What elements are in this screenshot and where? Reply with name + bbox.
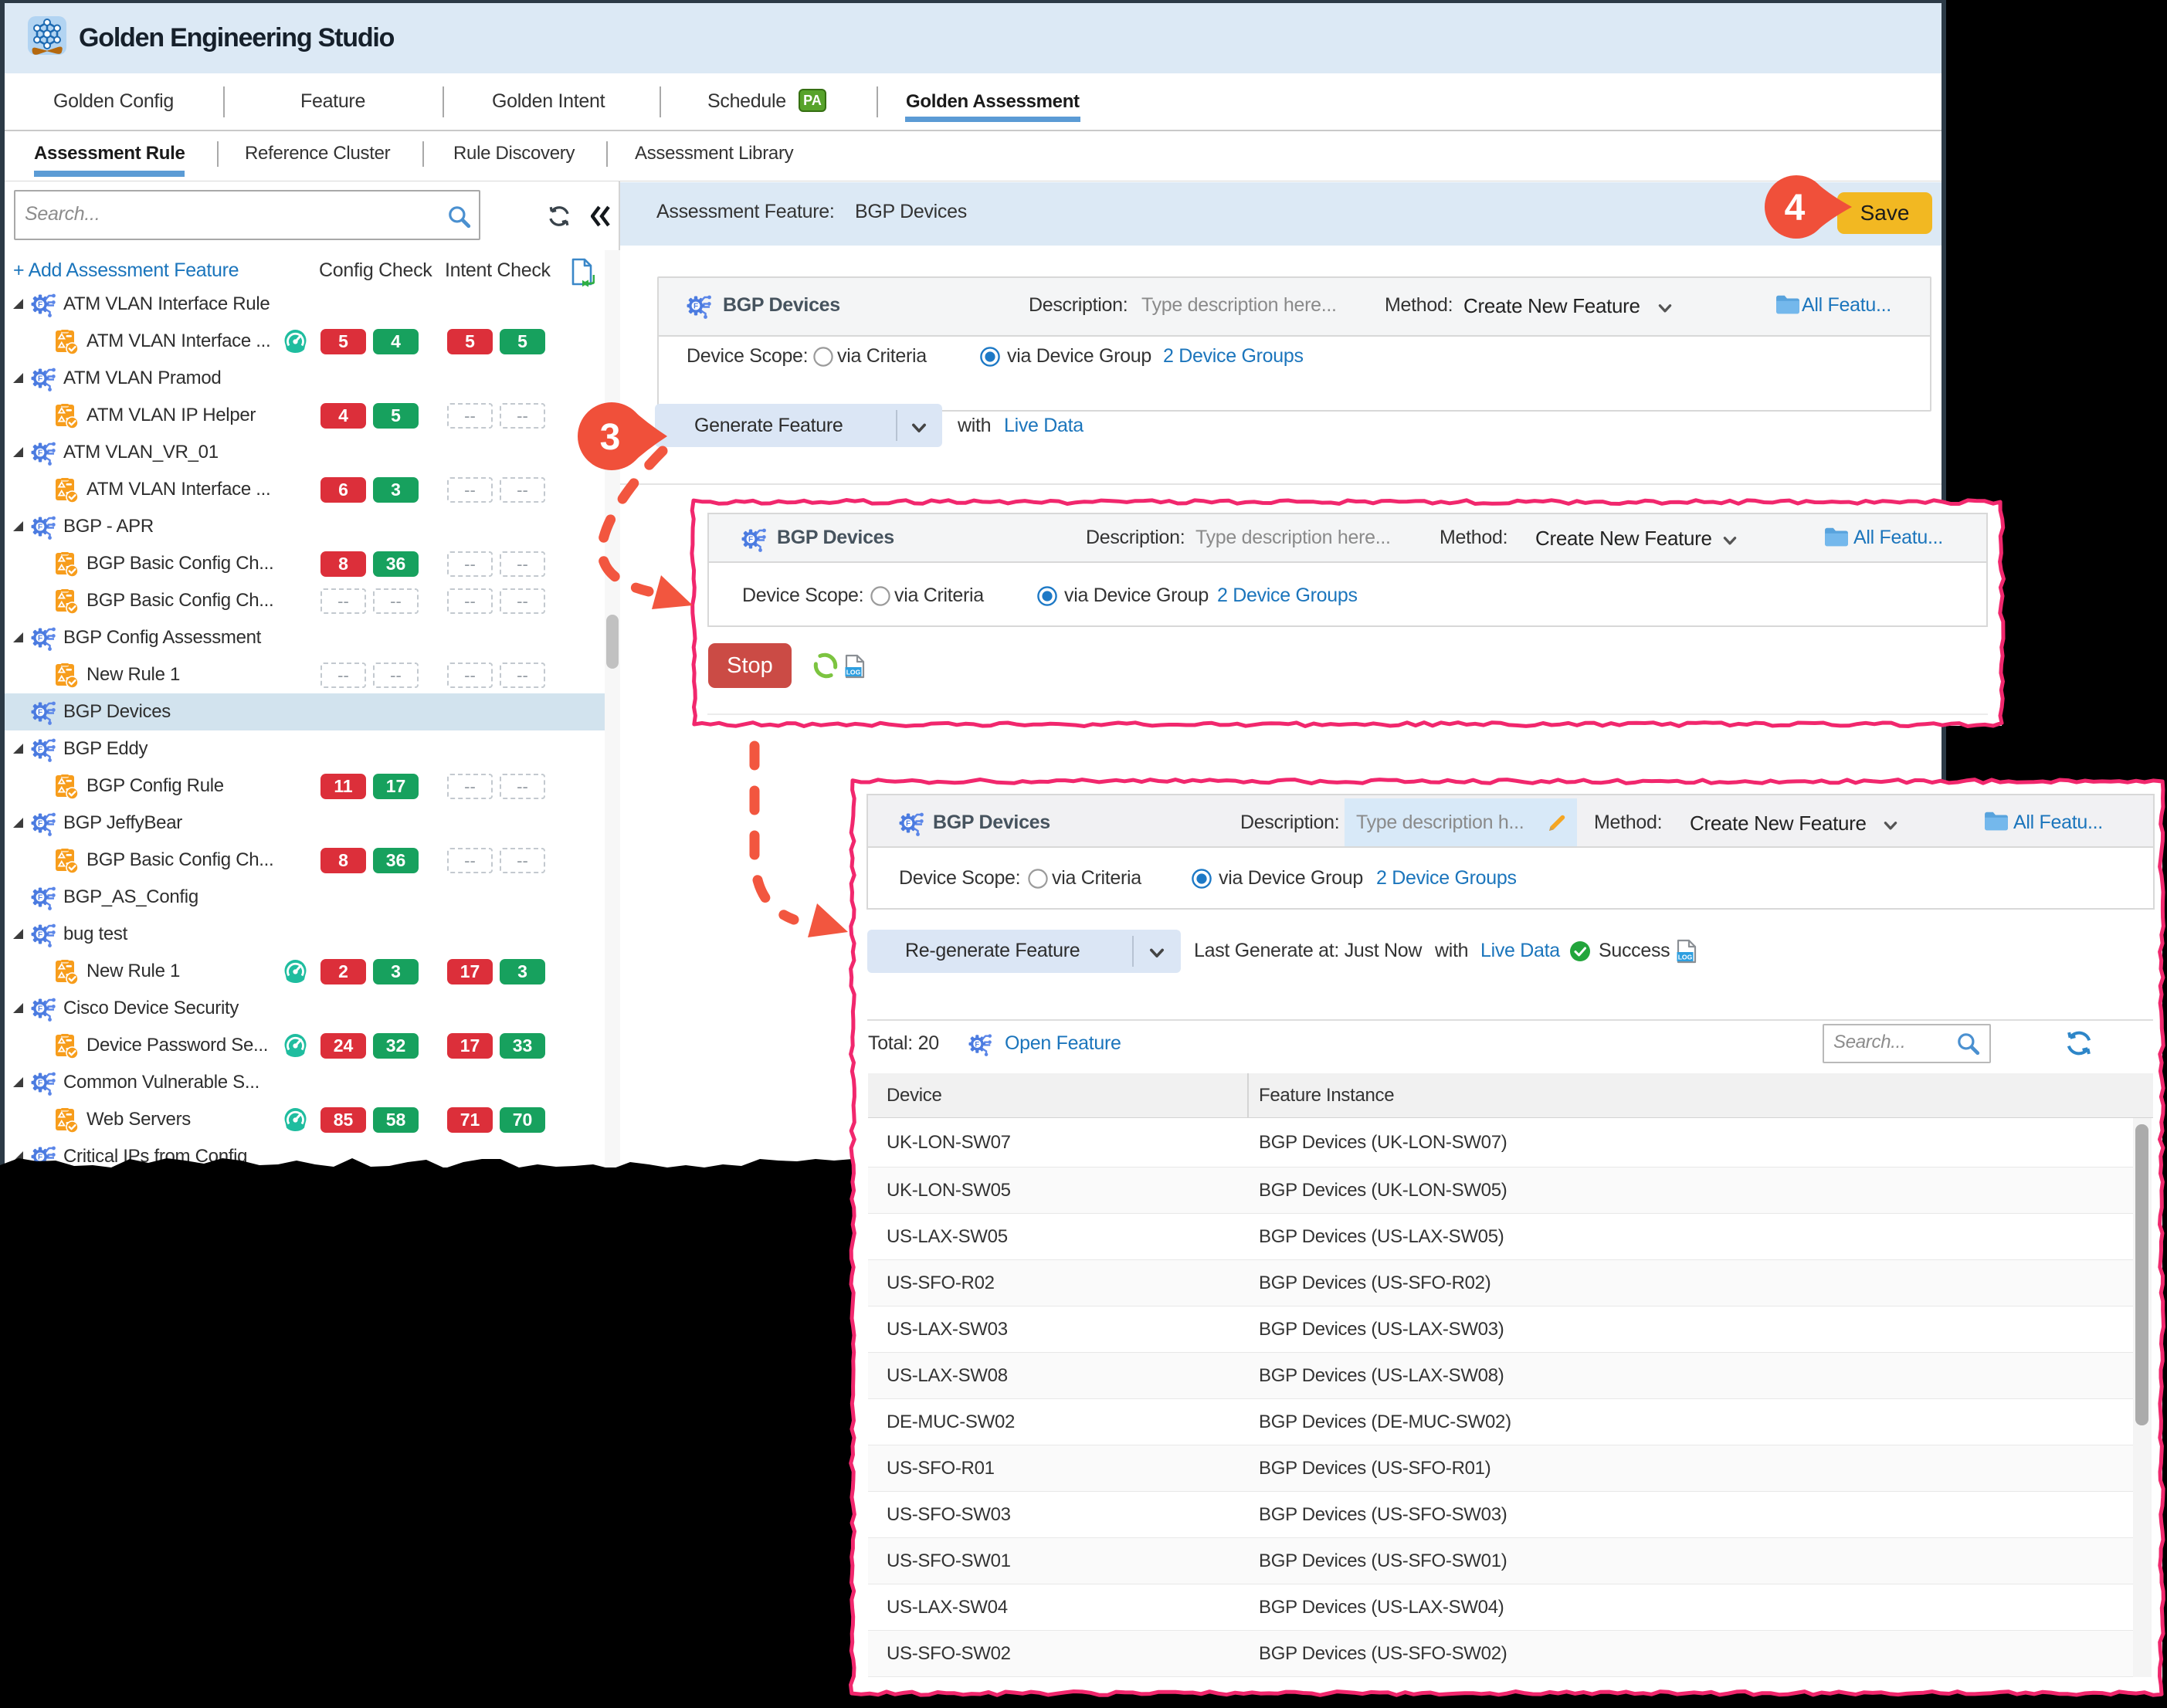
svg-text:F: F (906, 820, 911, 829)
svg-text:F: F (38, 709, 42, 717)
svg-text:F: F (38, 931, 42, 940)
svg-text:F: F (38, 894, 42, 903)
svg-text:F: F (38, 1079, 42, 1088)
svg-text:LOG: LOG (846, 669, 861, 676)
svg-text:F: F (748, 536, 753, 544)
svg-text:F: F (975, 1039, 979, 1048)
svg-text:F: F (38, 635, 42, 643)
svg-text:F: F (38, 746, 42, 754)
svg-text:F: F (38, 301, 42, 310)
svg-text:F: F (38, 375, 42, 384)
svg-text:F: F (694, 303, 698, 311)
svg-text:F: F (38, 1005, 42, 1014)
svg-text:F: F (38, 1154, 42, 1162)
svg-text:F: F (38, 449, 42, 458)
svg-text:LOG: LOG (1678, 954, 1693, 961)
svg-text:F: F (38, 820, 42, 829)
svg-text:F: F (38, 524, 42, 532)
